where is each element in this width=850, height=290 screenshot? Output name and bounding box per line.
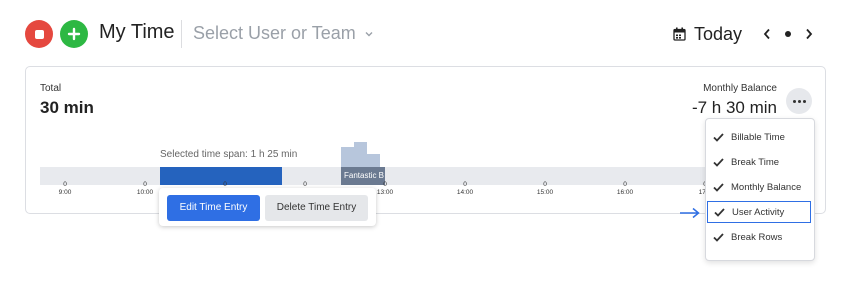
tick-value: 0 — [383, 181, 387, 188]
page-title: My Time — [99, 21, 175, 43]
menu-item-break-rows[interactable]: Break Rows — [707, 226, 811, 248]
menu-item-label: Billable Time — [731, 131, 785, 143]
chevron-down-icon — [365, 31, 373, 36]
chevron-left-icon — [763, 28, 770, 40]
menu-item-label: Monthly Balance — [731, 181, 802, 193]
timeline-tick: 0 16:00 — [605, 181, 645, 197]
check-icon — [713, 132, 724, 142]
stop-timer-button[interactable] — [25, 20, 53, 48]
timeline-tick: 0 9:00 — [45, 181, 85, 197]
tick-value: 0 — [63, 181, 67, 188]
menu-item-label: Break Time — [731, 156, 780, 168]
dot-icon — [785, 31, 791, 37]
monthly-balance-label: Monthly Balance — [703, 83, 777, 94]
activity-bar — [354, 142, 367, 167]
delete-time-entry-button[interactable]: Delete Time Entry — [265, 195, 368, 221]
tick-value: 0 — [623, 181, 627, 188]
total-label: Total — [40, 83, 62, 94]
tick-value: 0 — [543, 181, 547, 188]
header-divider — [181, 20, 182, 48]
date-label[interactable]: Today — [694, 24, 742, 45]
tick-value: 0 — [463, 181, 467, 188]
plus-icon — [67, 27, 81, 41]
menu-item-billable-time[interactable]: Billable Time — [707, 126, 811, 148]
stop-icon — [34, 29, 44, 39]
user-select-placeholder: Select User or Team — [193, 23, 356, 43]
more-dot — [802, 99, 806, 103]
check-icon — [714, 207, 725, 217]
tick-value: 0 — [303, 181, 307, 188]
edit-time-entry-button[interactable]: Edit Time Entry — [167, 195, 260, 221]
next-day-button[interactable] — [798, 22, 820, 46]
add-entry-button[interactable] — [60, 20, 88, 48]
tick-time: 15:00 — [536, 189, 554, 196]
tick-value: 0 — [143, 181, 147, 188]
monthly-balance-value: -7 h 30 min — [691, 98, 777, 117]
more-dot — [797, 99, 801, 103]
calendar-icon[interactable] — [673, 27, 686, 41]
timeline-tick: 0 14:00 — [445, 181, 485, 197]
menu-item-monthly-balance[interactable]: Monthly Balance — [707, 176, 811, 198]
tick-time: 9:00 — [58, 189, 72, 196]
activity-bar — [341, 147, 354, 167]
previous-day-button[interactable] — [756, 22, 778, 46]
menu-item-break-time[interactable]: Break Time — [707, 151, 811, 173]
menu-item-label: User Activity — [732, 206, 785, 218]
tick-time: 14:00 — [456, 189, 474, 196]
time-entry-popover: Edit Time Entry Delete Time Entry — [159, 188, 376, 226]
check-icon — [713, 182, 724, 192]
menu-item-user-activity[interactable]: User Activity — [707, 201, 811, 223]
menu-item-label: Break Rows — [731, 231, 783, 243]
chevron-right-icon — [806, 28, 813, 40]
tick-value: 0 — [223, 181, 227, 188]
selected-span-label: Selected time span: 1 h 25 min — [160, 149, 298, 160]
more-options-button[interactable] — [786, 88, 812, 114]
options-menu: Billable Time Break Time Monthly Balance… — [705, 118, 815, 261]
activity-bar — [367, 154, 380, 167]
total-value: 30 min — [40, 98, 94, 117]
tick-time: 16:00 — [616, 189, 634, 196]
user-team-select[interactable]: Select User or Team — [193, 23, 374, 44]
check-icon — [713, 232, 724, 242]
timeline-tick: 0 15:00 — [525, 181, 565, 197]
arrow-right-icon — [680, 207, 700, 219]
more-horizontal-icon — [792, 99, 796, 103]
current-day-button[interactable] — [778, 22, 798, 46]
check-icon — [713, 157, 724, 167]
date-navigator: Today — [673, 22, 820, 46]
